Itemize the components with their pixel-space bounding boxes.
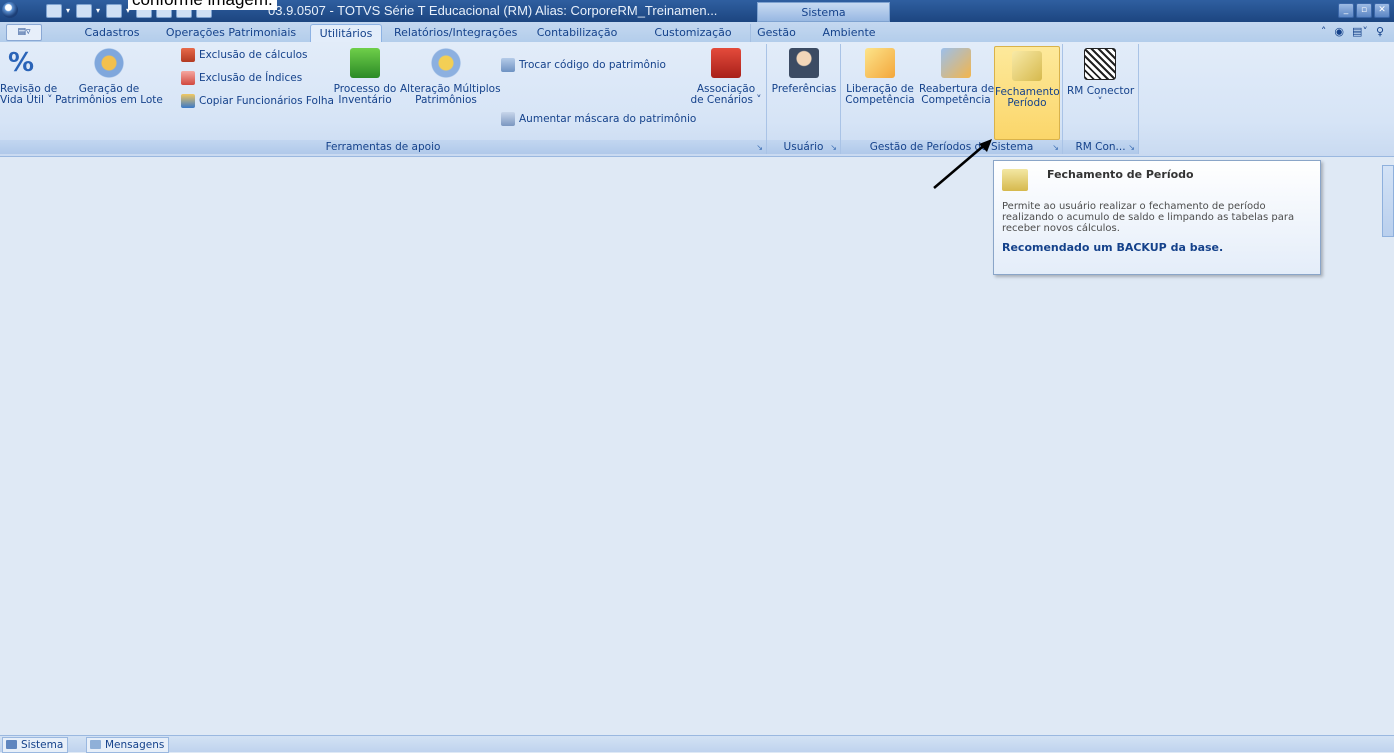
ribbon-panel: % Revisão de Vida Útil ˅ Geração de Patr… [0, 42, 1394, 157]
chevron-down-icon[interactable]: ▾ [66, 7, 72, 15]
restore-icon[interactable]: ▫ [1356, 3, 1372, 18]
monitor-icon[interactable] [106, 4, 122, 18]
reabertura-competencia-button[interactable]: Reabertura de Competência [919, 48, 994, 106]
window-controls: _ ▫ ✕ [1338, 3, 1390, 18]
group-label: RM Con... [1063, 140, 1138, 154]
side-collapsed-panel[interactable] [1382, 165, 1394, 237]
tab-gestao[interactable]: Gestão [750, 24, 802, 42]
scenario-grid-icon [711, 48, 741, 78]
ribbon-right-icons: ˄ ◉ ▤˅ ♀ [1321, 25, 1384, 38]
calendar-close-icon [1012, 51, 1042, 81]
chevron-down-icon[interactable]: ▾ [96, 7, 102, 15]
delete-index-icon [181, 71, 195, 85]
dialog-launcher-icon[interactable]: ↘ [1128, 143, 1135, 152]
app-orb-icon[interactable] [2, 2, 18, 18]
close-icon[interactable]: ✕ [1374, 3, 1390, 18]
app-menu-button[interactable]: ▤▿ [6, 24, 42, 41]
delete-calc-icon [181, 48, 195, 62]
calendar-reopen-icon [941, 48, 971, 78]
fechamento-periodo-button[interactable]: Fechamento Período [994, 46, 1060, 140]
edit-assets-icon [431, 48, 461, 78]
swap-code-icon [501, 58, 515, 72]
users-icon [181, 94, 195, 108]
inventory-icon [350, 48, 380, 78]
group-rm-conector: RM Conector ˅ RM Con... ↘ [1063, 44, 1139, 154]
tooltip-title: Fechamento de Período [1047, 168, 1194, 181]
tab-cadastros[interactable]: Cadastros [78, 24, 146, 42]
window-title: 03.9.0507 - TOTVS Série T Educacional (R… [268, 3, 718, 18]
tooltip-fechamento-periodo: Fechamento de Período Permite ao usuário… [993, 160, 1321, 275]
layout-icon[interactable]: ▤˅ [1352, 25, 1368, 38]
window-icon[interactable] [76, 4, 92, 18]
group-label: Usuário [767, 140, 840, 154]
mask-icon [501, 112, 515, 126]
group-label: Ferramentas de apoio [0, 140, 766, 154]
calendar-unlock-icon [865, 48, 895, 78]
ribbon-tabs: ▤▿ Cadastros Operações Patrimoniais Util… [0, 22, 1394, 43]
tab-contabilizacao[interactable]: Contabilização [529, 24, 625, 42]
revisao-vida-util-button[interactable]: % Revisão de Vida Útil ˅ [0, 48, 57, 106]
minimize-icon[interactable]: _ [1338, 3, 1354, 18]
liberacao-competencia-button[interactable]: Liberação de Competência [845, 48, 915, 106]
dialog-launcher-icon[interactable]: ↘ [756, 143, 763, 152]
dialog-launcher-icon[interactable]: ↘ [1052, 143, 1059, 152]
globe-icon[interactable] [46, 4, 62, 18]
monitor-icon [6, 740, 17, 749]
percent-icon: % [7, 48, 35, 78]
annotation-arrow-icon [933, 139, 992, 189]
trocar-codigo-patrimonio-button[interactable]: Trocar código do patrimônio [501, 58, 666, 72]
context-tab-sistema[interactable]: Sistema [757, 2, 890, 22]
associacao-cenarios-button[interactable]: Associação de Cenários ˅ [690, 48, 762, 106]
preferencias-button[interactable]: Preferências [771, 48, 837, 95]
alteracao-multiplos-patrimonios-button[interactable]: Alteração Múltiplos Patrimônios [400, 48, 501, 106]
tab-ambiente[interactable]: Ambiente [818, 24, 880, 42]
tooltip-description: Permite ao usuário realizar o fechamento… [1002, 201, 1295, 234]
tooltip-note: Recomendado um BACKUP da base. [1002, 241, 1224, 254]
user-icon [789, 48, 819, 78]
calendar-close-icon [1002, 169, 1028, 191]
globe-icon[interactable]: ◉ [1334, 25, 1344, 38]
processo-inventario-button[interactable]: Processo do Inventário [332, 48, 398, 106]
connector-icon [1084, 48, 1116, 80]
document-text: conforme imagem. [128, 0, 277, 10]
tab-relatorios-integracoes[interactable]: Relatórios/Integrações [394, 24, 517, 42]
exclusao-calculos-button[interactable]: Exclusão de cálculos [181, 48, 308, 62]
tab-customizacao[interactable]: Customização [648, 24, 738, 42]
help-bulb-icon[interactable]: ♀ [1376, 25, 1384, 38]
geracao-patrimonios-lote-button[interactable]: Geração de Patrimônios em Lote [48, 48, 170, 106]
group-usuario: Preferências Usuário ↘ [767, 44, 841, 154]
network-gear-icon [94, 48, 124, 78]
tab-utilitarios[interactable]: Utilitários [310, 24, 382, 42]
group-ferramentas-de-apoio: % Revisão de Vida Útil ˅ Geração de Patr… [0, 44, 767, 154]
copiar-funcionarios-folha-button[interactable]: Copiar Funcionários Folha [181, 94, 334, 108]
aumentar-mascara-patrimonio-button[interactable]: Aumentar máscara do patrimônio [501, 112, 696, 126]
messages-icon [90, 740, 101, 749]
collapse-ribbon-icon[interactable]: ˄ [1321, 25, 1327, 38]
status-bar: Sistema Mensagens [0, 735, 1394, 753]
exclusao-indices-button[interactable]: Exclusão de Índices [181, 71, 302, 85]
rm-conector-button[interactable]: RM Conector ˅ [1067, 48, 1134, 108]
tab-operacoes-patrimoniais[interactable]: Operações Patrimoniais [165, 24, 297, 42]
dialog-launcher-icon[interactable]: ↘ [830, 143, 837, 152]
